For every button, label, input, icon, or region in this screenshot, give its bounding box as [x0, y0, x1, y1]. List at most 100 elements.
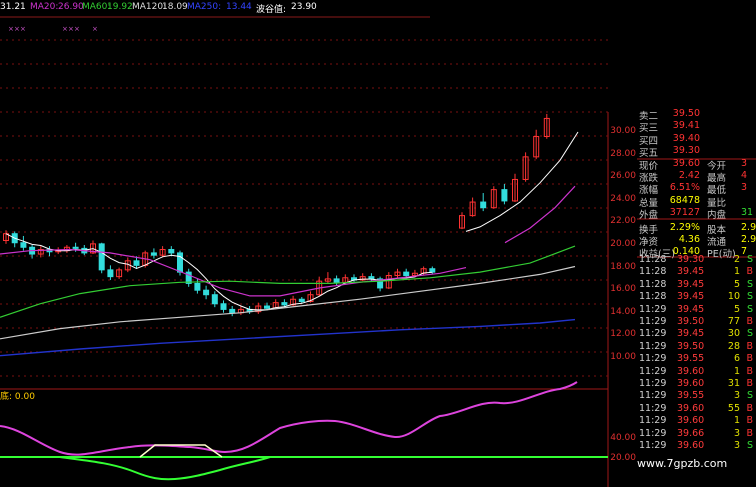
candle-body: [403, 271, 410, 277]
trade-price: 39.60: [677, 378, 705, 389]
trade-row: 11:29 39.50 28 B: [637, 341, 756, 353]
trade-row: 11:29 39.45 5 S: [637, 304, 756, 316]
trade-qty: 30: [727, 328, 740, 340]
trade-price: 39.50: [677, 316, 705, 327]
quote-value: 39.50: [672, 108, 700, 119]
candle-body: [220, 303, 227, 310]
trade-row: 11:28 39.45 5 S: [637, 279, 756, 291]
ma250-label: MA250:: [187, 2, 222, 12]
quote-row: 买三 39.41: [637, 120, 756, 134]
quote-row: 外盘 37127 内盘 31: [637, 207, 756, 222]
ma-short-line-right: [465, 131, 579, 232]
candle-body: [20, 242, 27, 248]
quote-label-2: 内盘: [707, 210, 727, 222]
trade-time: 11:28: [639, 266, 667, 278]
trade-price: 39.45: [677, 291, 705, 303]
trade-side: B: [746, 353, 753, 365]
indicator-axis-label: 40.00: [610, 433, 636, 443]
quote-row: 净资 4.36 流通 2.9: [637, 234, 756, 248]
quote-value: 68478: [669, 194, 700, 206]
indicator-dip-line: [59, 456, 271, 481]
ma60-value: 19.92: [107, 2, 133, 12]
trade-side: S: [746, 291, 753, 303]
quote-value-2: 2.9: [741, 221, 756, 233]
quote-value-2: 3: [741, 157, 748, 169]
trade-row: 11:29 39.60 31 B: [637, 378, 756, 390]
quote-value-2: 31: [741, 207, 754, 219]
price-axis-label: 10.00: [610, 352, 636, 362]
quote-value: 39.30: [672, 145, 700, 157]
trade-side: S: [746, 390, 753, 402]
ma-short-value: 31.21: [0, 2, 26, 12]
candle-body: [298, 298, 305, 302]
trade-row: 11:29 39.55 6 B: [637, 353, 756, 365]
trade-price: 39.45: [677, 303, 705, 315]
candle-body: [168, 249, 175, 254]
price-axis-label: 30.00: [610, 126, 636, 136]
trade-time: 11:29: [639, 427, 667, 439]
trade-price: 39.45: [677, 278, 705, 290]
trade-time: 11:29: [639, 402, 667, 414]
price-axis-label: 22.00: [610, 216, 636, 227]
trade-side: S: [746, 303, 753, 315]
candle-body: [203, 289, 210, 296]
trade-price: 39.50: [677, 340, 705, 352]
trade-qty: 77: [727, 316, 740, 327]
trade-time: 11:29: [639, 440, 667, 451]
watermark: www.7gpzb.com: [637, 457, 728, 470]
trade-time: 11:29: [639, 328, 667, 340]
price-axis-label: 24.00: [610, 193, 636, 204]
price-axis-label: 20.00: [610, 239, 636, 249]
quote-row: 换手 2.29% 股本 2.9: [637, 221, 756, 236]
trade-price: 39.66: [677, 427, 705, 439]
trade-price: 39.60: [677, 365, 705, 377]
marker-3: ×: [62, 25, 68, 33]
trade-price: 39.45: [677, 266, 705, 278]
trade-time: 11:28: [639, 291, 667, 303]
trade-qty: 5: [733, 303, 740, 315]
trade-price: 39.45: [677, 328, 705, 340]
trade-price: 39.55: [677, 390, 705, 402]
marker-0: ×: [8, 25, 14, 33]
trade-time: 11:29: [639, 316, 667, 327]
candle-body: [72, 246, 79, 249]
ma20-value: 26.90: [58, 2, 84, 12]
ma20-label: MA20:: [30, 2, 59, 12]
candle-body: [150, 252, 157, 256]
quote-value-2: 4: [741, 170, 748, 181]
quote-value: 39.41: [672, 120, 700, 132]
quote-value-2: 2.9: [741, 234, 756, 245]
trade-side: B: [746, 427, 753, 439]
trade-price: 39.60: [677, 402, 705, 414]
trade-qty: 10: [727, 291, 740, 303]
quote-value: 2.29%: [669, 221, 700, 233]
trade-time: 11:29: [639, 353, 667, 365]
trade-qty: 1: [733, 365, 740, 377]
trade-time: 11:29: [639, 378, 667, 389]
indicator-main-line: [0, 381, 578, 456]
quote-value: 37127: [669, 207, 700, 219]
trade-time: 11:29: [639, 365, 667, 377]
marker-2: ×: [20, 25, 26, 33]
indicator-label: 底: 0.00: [0, 392, 35, 402]
quote-value: 39.60: [672, 157, 700, 169]
trade-row: 11:29 39.60 3 S: [637, 440, 756, 452]
trade-side: B: [746, 378, 753, 389]
candle-body: [281, 302, 288, 306]
marker-1: ×: [14, 25, 20, 33]
trade-side: B: [746, 365, 753, 377]
quote-row: 买四 39.40: [637, 133, 756, 147]
candle-body: [194, 282, 201, 291]
trade-qty: 3: [733, 440, 740, 451]
candle-body: [211, 294, 218, 305]
price-axis-label: 28.00: [610, 148, 636, 159]
quote-label: 外盘: [639, 210, 659, 222]
marker-6: ×: [92, 25, 98, 33]
trade-row: 11:29 39.45 30 S: [637, 328, 756, 340]
trade-side: S: [746, 328, 753, 340]
trade-price: 39.60: [677, 440, 705, 451]
price-axis-label: 14.00: [610, 306, 636, 317]
trade-time: 11:29: [639, 390, 667, 402]
candle-body: [429, 268, 436, 273]
marker-5: ×: [74, 25, 80, 33]
